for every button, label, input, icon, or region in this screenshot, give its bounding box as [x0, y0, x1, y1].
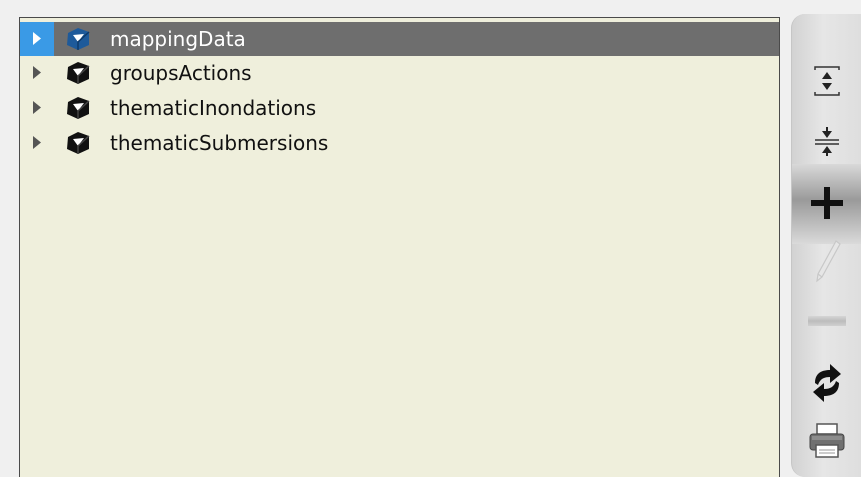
pencil-icon	[816, 240, 841, 283]
tree-item-thematicsubmersions[interactable]: thematicSubmersions	[20, 126, 779, 160]
expand-arrow-icon[interactable]	[20, 126, 54, 160]
expand-arrow-icon[interactable]	[20, 22, 54, 56]
expand-all-icon	[814, 66, 840, 96]
side-toolbar	[791, 14, 861, 477]
cube-icon	[67, 28, 90, 50]
printer-icon	[809, 423, 845, 458]
tree-item-label: mappingData	[110, 27, 246, 51]
minus-icon	[808, 316, 846, 326]
expand-arrow-icon[interactable]	[20, 56, 54, 90]
plus-icon	[811, 187, 843, 219]
add-button[interactable]	[804, 180, 850, 226]
expand-arrow-icon[interactable]	[20, 91, 54, 125]
tree-item-label: thematicSubmersions	[110, 131, 329, 155]
tree-item-groupsactions[interactable]: groupsActions	[20, 56, 779, 90]
tree-view[interactable]: mappingData groupsActions thematicInonda…	[19, 17, 780, 477]
refresh-icon	[813, 364, 841, 402]
cube-icon	[67, 62, 90, 84]
tree-item-label: thematicInondations	[110, 96, 317, 120]
collapse-all-button[interactable]	[804, 118, 850, 164]
collapse-all-icon	[815, 127, 839, 156]
cube-icon	[67, 132, 90, 154]
edit-button[interactable]	[804, 239, 850, 285]
expand-all-button[interactable]	[804, 58, 850, 104]
tree-item-mappingdata[interactable]: mappingData	[20, 22, 779, 56]
tree-item-label: groupsActions	[110, 61, 252, 85]
cube-icon	[67, 97, 90, 119]
delete-button[interactable]	[804, 298, 850, 344]
app-window: mappingData groupsActions thematicInonda…	[0, 0, 861, 477]
print-button[interactable]	[804, 418, 850, 464]
refresh-button[interactable]	[804, 360, 850, 406]
tree-item-thematicinondations[interactable]: thematicInondations	[20, 91, 779, 125]
